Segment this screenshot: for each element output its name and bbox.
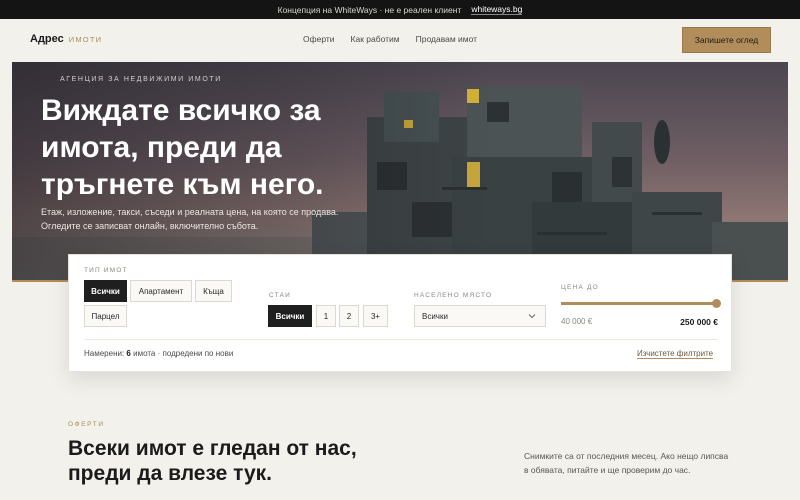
offers-title: Всеки имот е гледан от нас, преди да вле… <box>68 437 357 485</box>
book-viewing-button[interactable]: Запишете оглед <box>682 27 771 53</box>
announcement-link[interactable]: whiteways.bg <box>471 4 523 15</box>
place-select-value: Всички <box>422 311 448 321</box>
chevron-down-icon <box>528 314 536 319</box>
offers-eyebrow: ОФЕРТИ <box>68 421 105 428</box>
price-min-value: 40 000 € <box>561 317 593 326</box>
filter-divider <box>84 339 718 340</box>
nav-item-sell-property[interactable]: Продавам имот <box>416 34 477 44</box>
offers-description: Снимките са от последния месец. Ако нещо… <box>524 451 729 475</box>
nav-item-how-we-work[interactable]: Как работим <box>351 34 400 44</box>
clear-filters-link[interactable]: Изчистете филтрите <box>637 349 714 359</box>
logo-main: Адрес <box>30 33 64 45</box>
results-prefix: Намерени: <box>84 349 125 358</box>
hero-title: Виждате всичко за имота, преди да тръгне… <box>41 94 324 201</box>
type-chip-apartment[interactable]: Апартамент <box>130 280 192 302</box>
price-filter-label: ЦЕНА ДО <box>561 284 599 291</box>
logo[interactable]: Адрес имоти <box>30 33 102 45</box>
type-chip-plot[interactable]: Парцел <box>84 305 127 327</box>
rooms-filter-label: СТАИ <box>269 292 292 299</box>
type-chip-all[interactable]: Всички <box>84 280 127 302</box>
results-count: 6 <box>126 349 131 358</box>
rooms-chip-1[interactable]: 1 <box>316 305 336 327</box>
logo-sub: имоти <box>68 35 103 44</box>
site-header: Адрес имоти Оферти Как работим Продавам … <box>0 19 800 62</box>
place-filter-label: НАСЕЛЕНО МЯСТО <box>414 292 493 299</box>
price-slider-handle[interactable] <box>712 299 721 308</box>
rooms-chip-2[interactable]: 2 <box>339 305 359 327</box>
results-summary: Намерени: 6 имота · подредени по нови <box>84 349 233 358</box>
announcement-bar: Концепция на WhiteWays · не е реален кли… <box>0 0 800 19</box>
property-filter-panel: ТИП ИМОТ Всички Апартамент Къща Парцел С… <box>68 254 732 372</box>
type-chip-house[interactable]: Къща <box>195 280 232 302</box>
price-slider[interactable] <box>561 299 721 309</box>
place-select[interactable]: Всички <box>414 305 546 327</box>
rooms-chip-all[interactable]: Всички <box>268 305 312 327</box>
results-suffix: имота · подредени по нови <box>133 349 234 358</box>
main-nav: Оферти Как работим Продавам имот <box>303 34 493 44</box>
type-filter-label: ТИП ИМОТ <box>84 267 128 274</box>
rooms-chip-3plus[interactable]: 3+ <box>363 305 388 327</box>
hero-description: Етаж, изложение, такси, съседи и реалнат… <box>41 207 339 231</box>
price-max-value: 250 000 € <box>680 317 718 327</box>
announcement-text: Концепция на WhiteWays · не е реален кли… <box>277 4 462 15</box>
price-slider-fill <box>561 302 716 305</box>
hero-banner: АГЕНЦИЯ ЗА НЕДВИЖИМИ ИМОТИ Виждате всичк… <box>12 62 788 282</box>
hero-eyebrow: АГЕНЦИЯ ЗА НЕДВИЖИМИ ИМОТИ <box>60 76 222 83</box>
nav-item-offers[interactable]: Оферти <box>303 34 335 44</box>
